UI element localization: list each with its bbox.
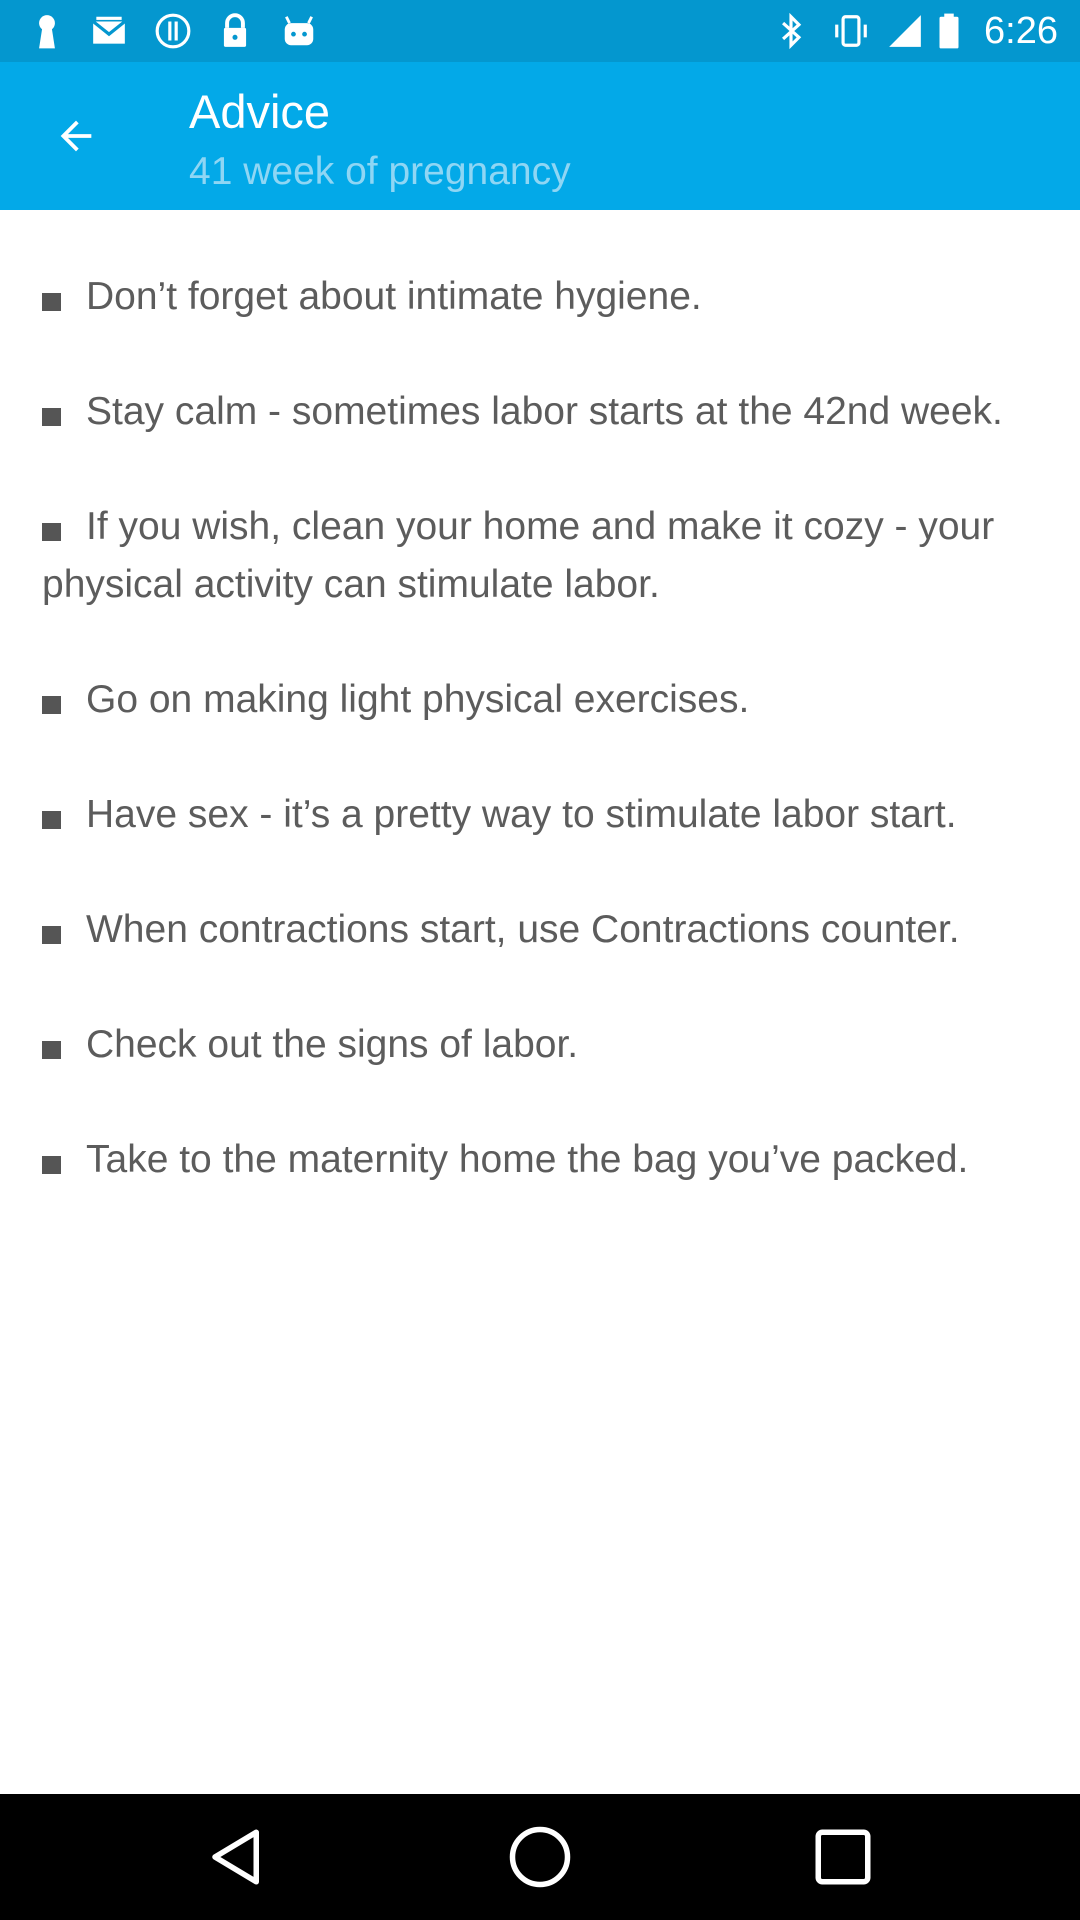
- list-item: Take to the maternity home the bag you’v…: [42, 1131, 1042, 1189]
- list-item: Stay calm - sometimes labor starts at th…: [42, 383, 1042, 441]
- screen: 6:26 Advice 41 week of pregnancy Don’t f…: [0, 0, 1080, 1920]
- bullet-icon: [42, 695, 61, 714]
- bullet-icon: [42, 522, 61, 541]
- nav-home-button[interactable]: [507, 1824, 573, 1890]
- list-item: Check out the signs of labor.: [42, 1016, 1042, 1074]
- bullet-icon: [42, 1040, 61, 1059]
- nav-recents-button[interactable]: [810, 1824, 876, 1890]
- advice-text: Have sex - it’s a pretty way to stimulat…: [86, 793, 957, 836]
- bullet-icon: [42, 810, 61, 829]
- nav-back-button[interactable]: [204, 1824, 270, 1890]
- advice-text: If you wish, clean your home and make it…: [42, 505, 995, 606]
- bluetooth-icon: [772, 12, 810, 50]
- info-icon: [154, 12, 192, 50]
- list-item: If you wish, clean your home and make it…: [42, 498, 1042, 614]
- advice-text: Take to the maternity home the bag you’v…: [86, 1138, 969, 1181]
- advice-text: Check out the signs of labor.: [86, 1023, 579, 1066]
- advice-text: Don’t forget about intimate hygiene.: [86, 275, 702, 318]
- list-item: Don’t forget about intimate hygiene.: [42, 268, 1042, 326]
- bullet-icon: [42, 925, 61, 944]
- bullet-icon: [42, 1155, 61, 1174]
- bullet-icon: [42, 407, 61, 426]
- arrow-back-icon: [60, 120, 92, 152]
- list-item: Go on making light physical exercises.: [42, 671, 1042, 729]
- vibrate-icon: [832, 12, 870, 50]
- page-subtitle: 41 week of pregnancy: [189, 150, 571, 193]
- back-button[interactable]: [44, 104, 108, 168]
- navigation-bar: [0, 1794, 1080, 1920]
- keyhole-icon: [28, 12, 66, 50]
- advice-text: When contractions start, use Contraction…: [86, 908, 960, 951]
- home-circle-icon: [509, 1826, 571, 1888]
- bullet-icon: [42, 292, 61, 311]
- list-item: When contractions start, use Contraction…: [42, 901, 1042, 959]
- advice-text: Go on making light physical exercises.: [86, 678, 750, 721]
- email-icon: [90, 12, 128, 50]
- status-bar: 6:26: [0, 0, 1080, 62]
- android-icon: [280, 12, 318, 50]
- app-bar: Advice 41 week of pregnancy: [0, 62, 1080, 210]
- battery-icon: [936, 12, 962, 50]
- back-triangle-icon: [212, 1829, 259, 1885]
- status-time: 6:26: [984, 10, 1058, 52]
- page-title: Advice: [189, 85, 331, 138]
- advice-text: Stay calm - sometimes labor starts at th…: [86, 390, 1003, 433]
- lock-icon: [216, 12, 254, 50]
- list-item: Have sex - it’s a pretty way to stimulat…: [42, 786, 1042, 844]
- recents-square-icon: [815, 1829, 871, 1885]
- signal-icon: [886, 12, 924, 50]
- advice-list: Don’t forget about intimate hygiene. Sta…: [42, 268, 1042, 1246]
